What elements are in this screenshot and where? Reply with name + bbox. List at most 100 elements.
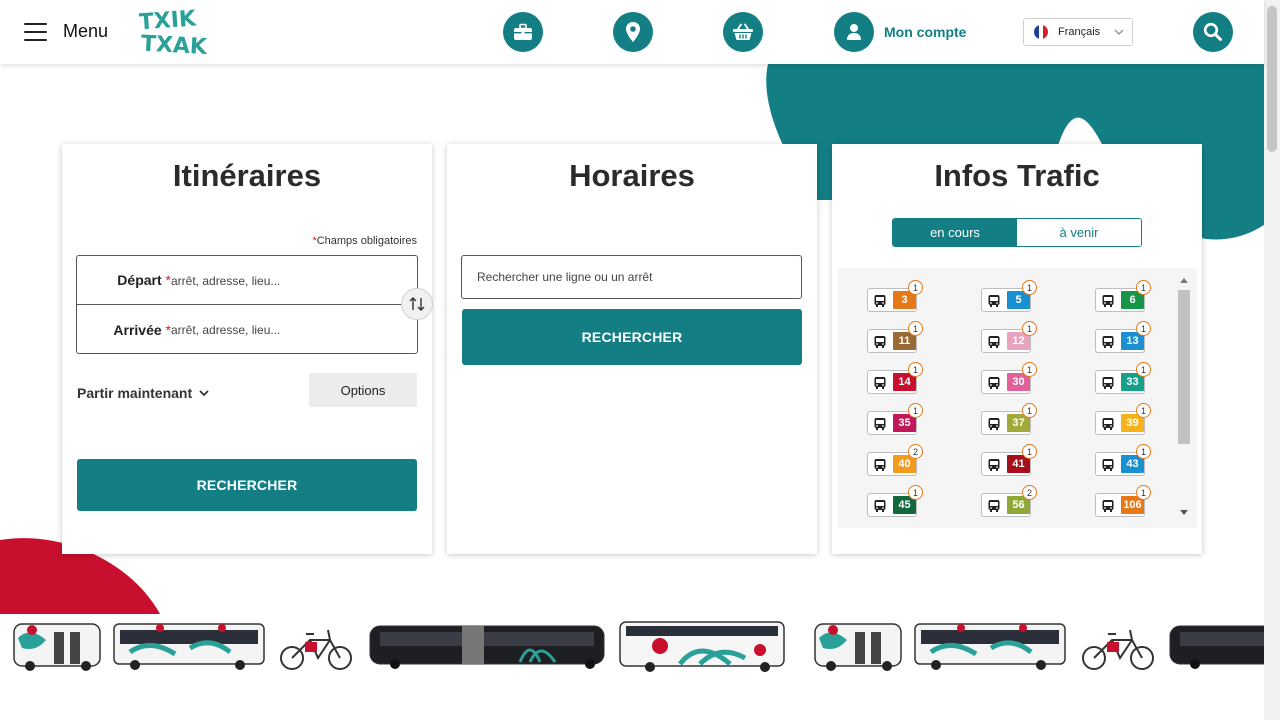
language-select[interactable]: Français bbox=[1023, 18, 1133, 46]
route-form: Départ * arrêt, adresse, lieu... Arrivée… bbox=[76, 255, 418, 354]
swap-arrows-icon bbox=[409, 297, 425, 311]
articulated-bus-illustration bbox=[369, 625, 605, 669]
bus-icon bbox=[873, 499, 887, 518]
bus-illustration bbox=[914, 623, 1066, 670]
line-5-item[interactable]: 51 bbox=[981, 280, 1037, 312]
schedule-search-button[interactable]: RECHERCHER bbox=[462, 309, 802, 365]
bus-icon bbox=[987, 499, 1001, 518]
itinerary-search-button[interactable]: RECHERCHER bbox=[77, 459, 417, 511]
line-106-item[interactable]: 106 1 bbox=[1095, 485, 1151, 518]
options-button[interactable]: Options bbox=[309, 373, 417, 407]
points-of-sale-button[interactable] bbox=[613, 12, 653, 52]
chevron-down-icon bbox=[1114, 29, 1124, 36]
line-41-item[interactable]: 41 1 bbox=[981, 444, 1037, 476]
chevron-down-icon bbox=[199, 390, 209, 397]
line-56-item[interactable]: 56 2 bbox=[981, 485, 1037, 518]
hamburger-icon bbox=[24, 22, 47, 41]
disruption-count-badge: 1 bbox=[1022, 403, 1037, 418]
vehicles-illustration bbox=[13, 621, 1264, 672]
bus-icon bbox=[1101, 417, 1115, 436]
basket-icon bbox=[733, 23, 753, 40]
required-fields-note: *Champs obligatoires bbox=[312, 235, 417, 247]
departure-label: Départ * bbox=[117, 272, 171, 288]
line-13-item[interactable]: 13 1 bbox=[1095, 321, 1151, 353]
page-scrollbar[interactable] bbox=[1264, 0, 1280, 720]
coach-illustration bbox=[619, 621, 785, 672]
txik-txak-logo[interactable]: TXIK TXAK bbox=[139, 4, 211, 60]
line-35-item[interactable]: 35 1 bbox=[867, 403, 923, 436]
bus-icon bbox=[1101, 376, 1115, 395]
line-stop-search-input[interactable]: Rechercher une ligne ou un arrêt bbox=[461, 255, 802, 299]
page: Menu TXIK TXAK Mon compte Français Itiné… bbox=[0, 0, 1280, 720]
swap-button[interactable] bbox=[401, 288, 433, 320]
schedules-card: Horaires Rechercher une ligne ou un arrê… bbox=[447, 144, 817, 554]
account-link[interactable]: Mon compte bbox=[884, 24, 966, 40]
user-icon bbox=[847, 24, 861, 40]
disruption-count-badge: 1 bbox=[1136, 362, 1151, 377]
traffic-period-toggle: en cours à venir bbox=[892, 218, 1142, 247]
disruption-count-badge: 1 bbox=[1022, 280, 1037, 295]
arrival-label: Arrivée * bbox=[113, 321, 171, 338]
line-14-item[interactable]: 14 1 bbox=[867, 362, 923, 395]
bus-icon bbox=[873, 458, 887, 477]
bus-illustration bbox=[113, 623, 265, 670]
line-39-item[interactable]: 39 1 bbox=[1095, 403, 1151, 436]
bus-icon bbox=[1101, 499, 1115, 518]
schedules-title: Horaires bbox=[569, 158, 695, 193]
bus-icon bbox=[987, 376, 1001, 395]
departure-input[interactable]: arrêt, adresse, lieu... bbox=[171, 274, 280, 288]
bicycle-illustration bbox=[1082, 629, 1154, 670]
tab-upcoming[interactable]: à venir bbox=[1017, 219, 1141, 246]
bus-icon bbox=[873, 335, 887, 354]
departure-row: Départ * arrêt, adresse, lieu... bbox=[77, 256, 417, 305]
disruption-count-badge: 2 bbox=[1022, 485, 1037, 500]
line-43-item[interactable]: 43 1 bbox=[1095, 444, 1151, 477]
line-11-item[interactable]: 11 1 bbox=[867, 321, 923, 354]
page-scroll-thumb[interactable] bbox=[1267, 6, 1277, 152]
disruption-count-badge: 1 bbox=[1136, 403, 1151, 418]
line-40-item[interactable]: 40 2 bbox=[867, 444, 923, 477]
bus-icon bbox=[873, 376, 887, 395]
disruption-count-badge: 2 bbox=[908, 444, 923, 459]
traffic-title: Infos Trafic bbox=[934, 158, 1100, 193]
briefcase-icon bbox=[514, 23, 532, 40]
tab-current[interactable]: en cours bbox=[893, 219, 1017, 246]
disrupted-lines-list: 3 1 5 1 6 1 11 1 12 1 13 1 14 1 30 1 33 1 35 1 37 1 39 1 40 2 41 1 4… bbox=[838, 268, 1197, 528]
map-pin-icon bbox=[626, 22, 640, 42]
svg-text:TXAK: TXAK bbox=[140, 32, 208, 60]
bus-icon bbox=[1101, 458, 1115, 477]
lines-scrollbar[interactable] bbox=[1178, 268, 1190, 528]
disruption-count-badge: 1 bbox=[908, 485, 923, 500]
menu-button[interactable]: Menu bbox=[24, 21, 108, 42]
bus-icon bbox=[873, 417, 887, 436]
line-3-item[interactable]: 31 bbox=[867, 280, 923, 313]
disruption-count-badge: 1 bbox=[1136, 485, 1151, 500]
bus-icon bbox=[987, 335, 1001, 354]
line-6-item[interactable]: 61 bbox=[1095, 280, 1151, 313]
bus-icon bbox=[1101, 294, 1115, 313]
scroll-up-icon[interactable] bbox=[1180, 278, 1188, 283]
search-button[interactable] bbox=[1193, 12, 1233, 52]
french-flag-icon bbox=[1034, 25, 1048, 39]
line-12-item[interactable]: 12 1 bbox=[981, 321, 1037, 354]
language-value: Français bbox=[1058, 26, 1101, 38]
arrival-input[interactable]: arrêt, adresse, lieu... bbox=[171, 323, 280, 337]
scroll-down-icon[interactable] bbox=[1180, 510, 1188, 515]
lines-grid: 3 1 5 1 6 1 11 1 12 1 13 1 14 1 30 1 33 1 35 1 37 1 39 1 40 2 41 1 4… bbox=[867, 280, 1197, 518]
account-button[interactable] bbox=[834, 12, 874, 52]
bus-icon bbox=[873, 294, 887, 313]
top-header: Menu TXIK TXAK Mon compte Français bbox=[0, 0, 1264, 64]
disruption-count-badge: 1 bbox=[1022, 444, 1037, 459]
line-33-item[interactable]: 33 1 bbox=[1095, 362, 1151, 395]
disruption-count-badge: 1 bbox=[1136, 444, 1151, 459]
professional-button[interactable] bbox=[503, 12, 543, 52]
line-45-item[interactable]: 45 1 bbox=[867, 485, 923, 518]
line-30-item[interactable]: 30 1 bbox=[981, 362, 1037, 395]
line-37-item[interactable]: 37 1 bbox=[981, 403, 1037, 435]
traffic-card: Infos Trafic en cours à venir 3 1 5 1 6 1 11 1 1… bbox=[832, 144, 1202, 554]
scroll-thumb[interactable] bbox=[1178, 290, 1190, 444]
shop-button[interactable] bbox=[723, 12, 763, 52]
depart-now-dropdown[interactable]: Partir maintenant bbox=[77, 385, 209, 401]
disruption-count-badge: 1 bbox=[908, 403, 923, 418]
bus-illustration bbox=[13, 623, 101, 671]
